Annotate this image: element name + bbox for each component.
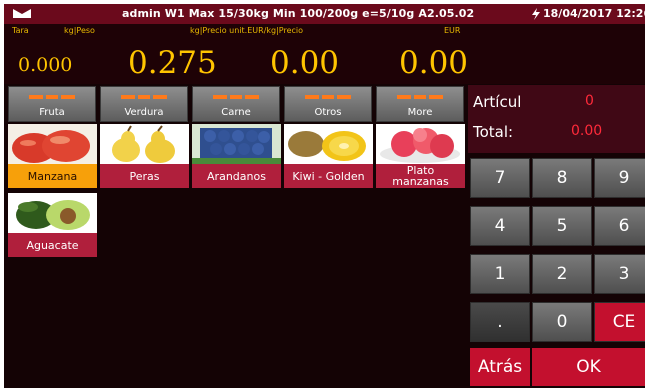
ok-button[interactable]: OK bbox=[532, 348, 645, 386]
precio-unit-value: 0.00 bbox=[270, 45, 340, 81]
precio-unit-label: kg|Precio unit.EUR/kg|Precio bbox=[190, 26, 304, 35]
key-2[interactable]: 2 bbox=[532, 254, 592, 294]
tab-otros[interactable]: Otros bbox=[284, 86, 372, 122]
apple-plate-image bbox=[376, 124, 465, 164]
tab-verdura[interactable]: Verdura bbox=[100, 86, 188, 122]
tara-value: 0.000 bbox=[18, 54, 73, 76]
tab-bars-icon bbox=[305, 95, 351, 99]
product-manzana-label: Manzana bbox=[8, 164, 97, 188]
key-9[interactable]: 9 bbox=[594, 158, 645, 198]
key-decimal[interactable]: . bbox=[470, 302, 530, 342]
power-plug-icon bbox=[532, 8, 540, 20]
tab-verdura-label: Verdura bbox=[124, 107, 164, 118]
right-panel: Artícul 0 Total: 0.00 7 8 9 4 5 6 1 2 3 … bbox=[468, 85, 645, 388]
product-kiwi-golden-label: Kiwi - Golden bbox=[284, 164, 373, 188]
articulo-value: 0 bbox=[585, 93, 594, 109]
status-text: admin W1 Max 15/30kg Min 100/200g e=5/10… bbox=[122, 7, 475, 20]
tab-bars-icon bbox=[397, 95, 443, 99]
kiwi-image bbox=[284, 124, 373, 164]
peso-label: kg|Peso bbox=[64, 26, 95, 35]
tab-carne-label: Carne bbox=[221, 107, 251, 118]
product-aguacate[interactable]: Aguacate bbox=[8, 193, 97, 257]
apple-image bbox=[8, 124, 97, 164]
tab-bars-icon bbox=[121, 95, 167, 99]
key-8[interactable]: 8 bbox=[532, 158, 592, 198]
product-arandanos-label: Arandanos bbox=[192, 164, 281, 188]
weighing-display: Tara kg|Peso kg|Precio unit.EUR/kg|Preci… bbox=[4, 24, 645, 84]
product-arandanos[interactable]: Arandanos bbox=[192, 124, 281, 188]
key-3[interactable]: 3 bbox=[594, 254, 645, 294]
tab-otros-label: Otros bbox=[314, 107, 342, 118]
tab-bars-icon bbox=[213, 95, 259, 99]
peso-value: 0.275 bbox=[128, 45, 217, 81]
status-datetime: 18/04/2017 12:26 bbox=[543, 7, 645, 20]
total-label: Total: bbox=[473, 123, 514, 141]
tab-more[interactable]: More bbox=[376, 86, 464, 122]
key-6[interactable]: 6 bbox=[594, 206, 645, 246]
scale-logo-icon bbox=[13, 9, 31, 18]
product-peras[interactable]: Peras bbox=[100, 124, 189, 188]
key-1[interactable]: 1 bbox=[470, 254, 530, 294]
precio-value: 0.00 bbox=[399, 45, 469, 81]
tab-fruta-label: Fruta bbox=[39, 107, 65, 118]
totals-box: Artícul 0 Total: 0.00 bbox=[468, 85, 645, 153]
status-bar: admin W1 Max 15/30kg Min 100/200g e=5/10… bbox=[4, 4, 645, 24]
tab-more-label: More bbox=[407, 107, 433, 118]
product-manzana[interactable]: Manzana bbox=[8, 124, 97, 188]
product-plato-manzanas-label: Plato manzanas bbox=[376, 164, 465, 188]
product-aguacate-label: Aguacate bbox=[8, 233, 97, 257]
tara-label: Tara bbox=[12, 26, 29, 35]
product-peras-label: Peras bbox=[100, 164, 189, 188]
tab-fruta[interactable]: Fruta bbox=[8, 86, 96, 122]
articulo-label: Artícul bbox=[473, 93, 522, 111]
product-kiwi-golden[interactable]: Kiwi - Golden bbox=[284, 124, 373, 188]
key-ce[interactable]: CE bbox=[594, 302, 645, 342]
pear-image bbox=[100, 124, 189, 164]
eur-label: EUR bbox=[444, 26, 461, 35]
atras-button[interactable]: Atrás bbox=[470, 348, 530, 386]
key-5[interactable]: 5 bbox=[532, 206, 592, 246]
total-value: 0.00 bbox=[571, 123, 603, 139]
key-7[interactable]: 7 bbox=[470, 158, 530, 198]
tab-carne[interactable]: Carne bbox=[192, 86, 280, 122]
blueberries-image bbox=[192, 124, 281, 164]
tab-bars-icon bbox=[29, 95, 75, 99]
key-0[interactable]: 0 bbox=[532, 302, 592, 342]
pos-scale-screen: admin W1 Max 15/30kg Min 100/200g e=5/10… bbox=[4, 4, 645, 388]
avocado-image bbox=[8, 193, 97, 233]
key-4[interactable]: 4 bbox=[470, 206, 530, 246]
product-plato-manzanas[interactable]: Plato manzanas bbox=[376, 124, 465, 188]
